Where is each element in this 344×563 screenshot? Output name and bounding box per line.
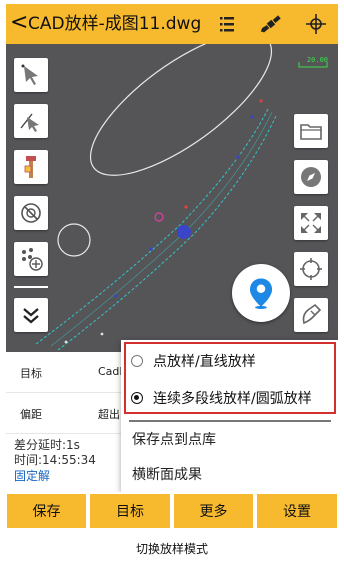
cad-map-view[interactable]: 20.00 (6, 44, 338, 352)
edit-pen-icon (302, 303, 322, 325)
cad-drawing (35, 44, 277, 351)
open-file-button[interactable] (294, 114, 328, 148)
scale-label: 20.00 (306, 56, 328, 64)
add-points-icon (22, 248, 43, 271)
crosshair-icon[interactable] (303, 12, 329, 36)
location-pin-icon (249, 278, 273, 309)
survey-pole-icon (24, 156, 36, 178)
menu-divider (129, 420, 331, 422)
menu-cross-section[interactable]: 横断面成果 (132, 464, 202, 484)
more-button[interactable]: 更多 (174, 494, 253, 528)
folder-icon (300, 124, 322, 140)
offset-value: 超出 (98, 408, 120, 421)
radio-polyline-arc[interactable] (131, 392, 143, 404)
select-tool-button[interactable] (14, 58, 48, 92)
toolbar-divider (14, 286, 48, 288)
more-menu-popup: 点放样/直线放样 连续多段线放样/圆弧放样 保存点到点库 横断面成果 (121, 340, 338, 492)
menu-save-point[interactable]: 保存点到点库 (132, 429, 216, 449)
option-point-line-stakeout[interactable]: 点放样/直线放样 (131, 350, 256, 372)
settings-button[interactable]: 设置 (257, 494, 337, 528)
no-target-icon (21, 203, 41, 223)
compass-icon (301, 167, 321, 187)
page-title: CAD放样-成图11.dwg (28, 14, 202, 34)
fit-extent-icon (301, 213, 321, 233)
stakeout-target-marker (154, 212, 164, 222)
no-target-tool-button[interactable] (14, 196, 48, 230)
line-select-icon (20, 113, 39, 132)
compass-button[interactable] (294, 160, 328, 194)
option-point-line-label: 点放样/直线放样 (153, 354, 256, 370)
app-screen: < CAD放样-成图11.dwg 20.00 目标 CadR 偏距 超出 差分延… (6, 4, 338, 532)
offset-label: 偏距 (20, 408, 42, 421)
current-position-marker (177, 225, 191, 239)
line-select-tool-button[interactable] (14, 104, 48, 138)
collapse-tools-button[interactable] (14, 298, 48, 332)
target-label: 目标 (20, 367, 42, 380)
satellite-icon[interactable] (258, 12, 284, 36)
back-chevron-icon[interactable]: < (10, 11, 28, 35)
location-button[interactable] (232, 264, 290, 322)
select-arrow-icon (21, 64, 38, 85)
target-button[interactable]: 目标 (90, 494, 170, 528)
add-points-tool-button[interactable] (14, 242, 48, 276)
collapse-down-icon (23, 308, 39, 324)
save-button[interactable]: 保存 (7, 494, 86, 528)
bottom-action-bar: 保存 目标 更多 设置 (6, 492, 338, 532)
solution-status: 固定解 (14, 469, 51, 483)
cad-ellipse (89, 44, 273, 176)
target-icon (300, 258, 322, 280)
list-icon[interactable] (214, 12, 240, 36)
option-polyline-arc-stakeout[interactable]: 连续多段线放样/圆弧放样 (131, 387, 312, 409)
figure-caption: 切换放样模式 (135, 542, 208, 556)
fit-extent-button[interactable] (294, 206, 328, 240)
option-polyline-arc-label: 连续多段线放样/圆弧放样 (153, 391, 312, 407)
edit-button[interactable] (294, 298, 328, 332)
center-target-button[interactable] (294, 252, 328, 286)
top-app-bar: < CAD放样-成图11.dwg (6, 4, 338, 44)
cad-polyline-lower (35, 108, 269, 345)
radio-point-line[interactable] (131, 355, 143, 367)
time-status: 时间:14:55:34 (14, 453, 96, 467)
diff-delay-status: 差分延时:1s (14, 438, 80, 452)
cad-circle (57, 223, 91, 257)
survey-pole-tool-button[interactable] (14, 150, 48, 184)
